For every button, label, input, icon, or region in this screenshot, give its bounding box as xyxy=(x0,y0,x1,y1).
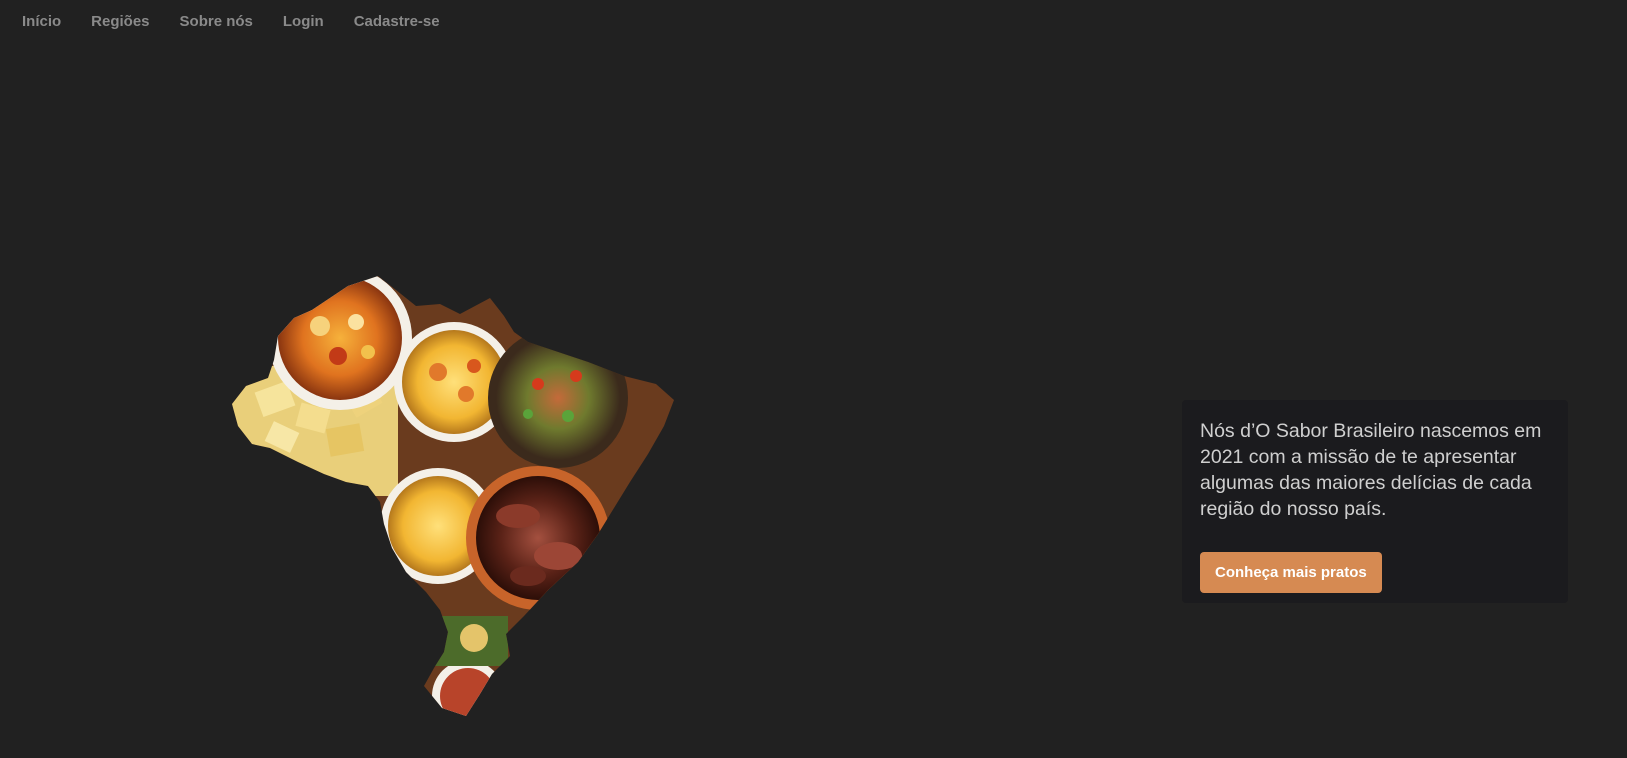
about-card: Nós d’O Sabor Brasileiro nascemos em 202… xyxy=(1182,400,1568,603)
nav-link-login[interactable]: Login xyxy=(283,13,324,30)
about-description: Nós d’O Sabor Brasileiro nascemos em 202… xyxy=(1200,420,1542,520)
top-navigation: Início Regiões Sobre nós Login Cadastre-… xyxy=(0,0,470,42)
nav-link-cadastre-se[interactable]: Cadastre-se xyxy=(354,13,440,30)
brazil-map-food-collage-icon xyxy=(228,276,694,732)
nav-link-regioes[interactable]: Regiões xyxy=(91,13,149,30)
nav-link-sobre-nos[interactable]: Sobre nós xyxy=(180,13,253,30)
nav-link-inicio[interactable]: Início xyxy=(22,13,61,30)
more-dishes-button[interactable]: Conheça mais pratos xyxy=(1200,552,1382,593)
